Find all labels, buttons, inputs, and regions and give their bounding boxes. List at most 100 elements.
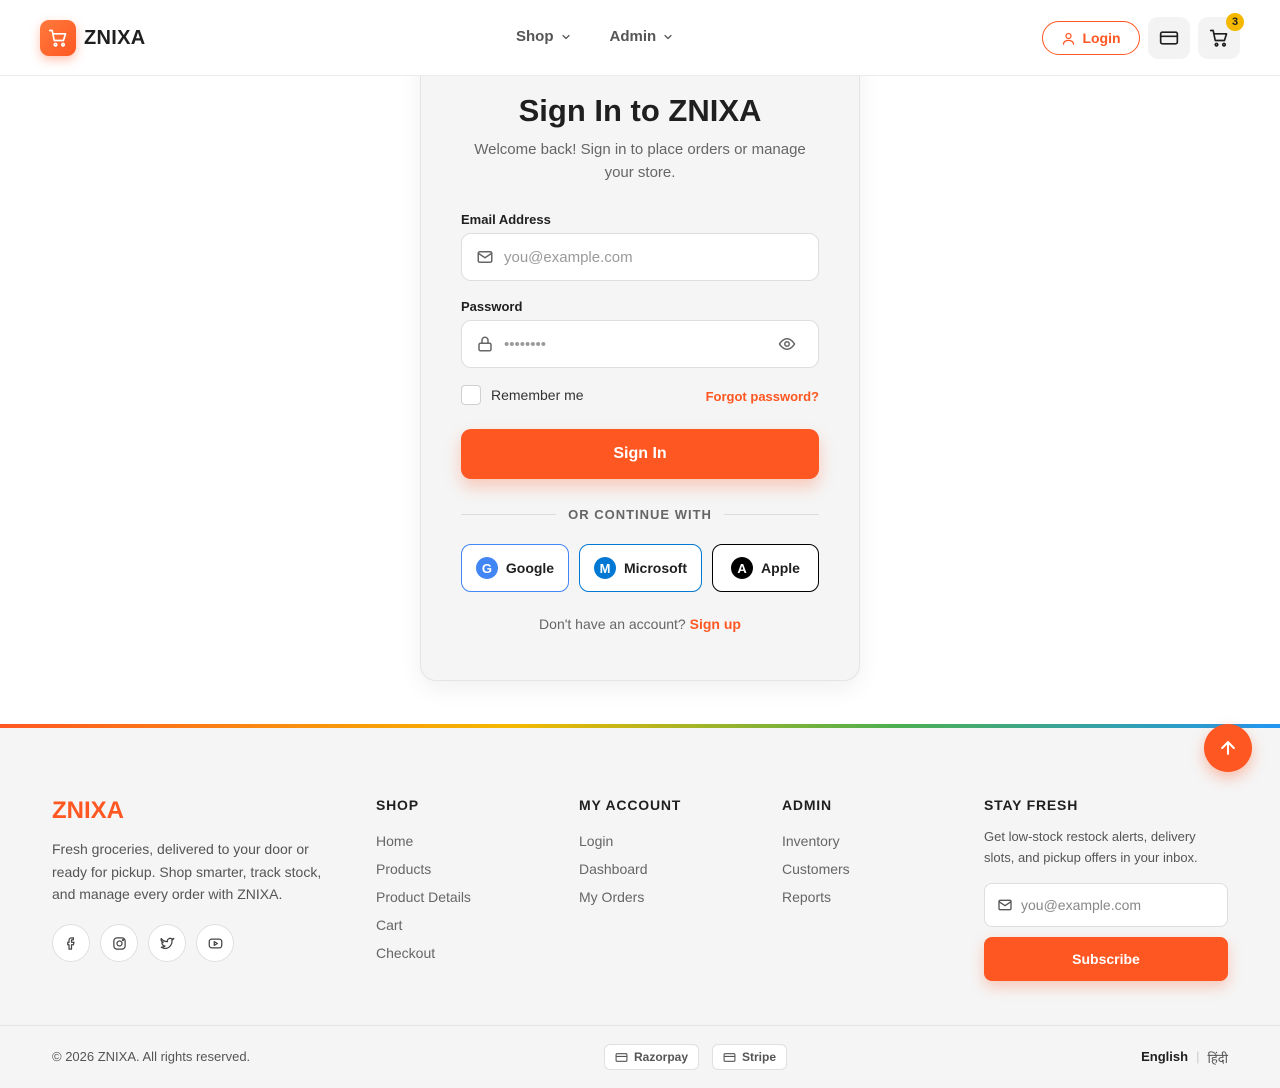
signup-link[interactable]: Sign up — [690, 616, 741, 632]
footer-link[interactable]: Login — [579, 827, 681, 855]
nav-shop[interactable]: Shop — [516, 28, 572, 45]
stripe-badge: Stripe — [712, 1044, 788, 1070]
remember-me: Remember me — [461, 385, 584, 405]
brand-logo[interactable]: ZNIXA — [40, 20, 146, 56]
footer-social-links — [52, 924, 234, 962]
newsletter-field-wrapper — [984, 883, 1228, 927]
footer-link[interactable]: Customers — [782, 855, 850, 883]
email-label: Email Address — [461, 212, 551, 227]
brand-name: ZNIXA — [84, 26, 146, 49]
google-icon: G — [475, 557, 498, 579]
microsoft-icon: M — [594, 557, 616, 579]
payment-card-button[interactable] — [1148, 17, 1190, 59]
footer-column-stay-fresh: STAY FRESH — [984, 797, 1078, 827]
remember-me-checkbox[interactable] — [461, 385, 481, 405]
footer-link[interactable]: Home — [376, 827, 471, 855]
apple-label: Apple — [761, 560, 800, 576]
site-footer: ZNIXA Fresh groceries, delivered to your… — [0, 724, 1280, 1088]
youtube-icon — [208, 938, 222, 948]
footer-heading: MY ACCOUNT — [579, 797, 682, 813]
microsoft-label: Microsoft — [624, 560, 687, 576]
google-signin-button[interactable]: G Google — [461, 544, 569, 592]
email-input[interactable] — [504, 248, 764, 266]
apple-icon: A — [731, 557, 754, 579]
site-header: ZNIXA Shop Admin Login 3 — [0, 0, 1280, 76]
nav-shop-label: Shop — [516, 28, 554, 45]
mail-icon — [998, 899, 1012, 911]
credit-card-icon — [1159, 31, 1179, 45]
footer-heading: STAY FRESH — [984, 797, 1079, 813]
footer-column-account: MY ACCOUNT Login Dashboard My Orders — [579, 797, 681, 911]
footer-link[interactable]: Dashboard — [579, 855, 681, 883]
footer-link[interactable]: My Orders — [579, 883, 681, 911]
chevron-down-icon — [561, 34, 570, 39]
footer-heading: ADMIN — [782, 797, 832, 813]
newsletter-description: Get low-stock restock alerts, delivery s… — [984, 829, 1198, 865]
lock-icon — [478, 336, 492, 352]
nav-admin-label: Admin — [609, 28, 657, 45]
razorpay-badge: Razorpay — [604, 1044, 700, 1070]
forgot-password-link[interactable]: Forgot password? — [706, 389, 819, 404]
footer-heading: SHOP — [376, 797, 419, 813]
apple-signin-button[interactable]: A Apple — [712, 544, 819, 592]
language-switcher: English | हिंदी — [1141, 1049, 1228, 1067]
footer-link[interactable]: Reports — [782, 883, 850, 911]
instagram-icon — [112, 936, 126, 950]
footer-description: Fresh groceries, delivered to your door … — [52, 841, 322, 902]
password-field-wrapper — [461, 320, 819, 368]
footer-column-shop: SHOP Home Products Product Details Cart … — [376, 797, 471, 967]
eye-icon — [778, 338, 796, 350]
footer-accent-bar — [0, 724, 1280, 728]
footer-link[interactable]: Products — [376, 855, 471, 883]
facebook-icon — [66, 936, 75, 950]
user-icon — [1063, 32, 1075, 45]
subscribe-button[interactable]: Subscribe — [984, 937, 1228, 981]
footer-link[interactable]: Product Details — [376, 883, 471, 911]
twitter-link[interactable] — [148, 924, 186, 962]
facebook-link[interactable] — [52, 924, 90, 962]
signin-button[interactable]: Sign In — [461, 429, 819, 479]
divider-label: OR CONTINUE WITH — [568, 507, 712, 522]
cart-count-badge: 3 — [1226, 13, 1244, 31]
nav-admin[interactable]: Admin — [610, 28, 675, 45]
credit-card-icon — [723, 1052, 736, 1062]
mail-icon — [477, 251, 493, 263]
language-english[interactable]: English — [1141, 1049, 1188, 1067]
back-to-top-button[interactable] — [1204, 724, 1252, 772]
signin-card: Sign In to ZNIXA Welcome back! Sign in t… — [420, 40, 860, 681]
password-input[interactable] — [504, 335, 764, 353]
cart-button[interactable]: 3 — [1198, 13, 1244, 59]
newsletter-email-input[interactable] — [1021, 897, 1211, 913]
no-account-text: Don't have an account? — [539, 616, 686, 632]
cart-logo-icon — [40, 20, 76, 56]
footer-link[interactable]: Checkout — [376, 939, 471, 967]
divider-line — [461, 514, 557, 515]
cart-icon — [1209, 29, 1228, 47]
signin-title: Sign In to ZNIXA — [518, 93, 762, 128]
stripe-label: Stripe — [742, 1050, 777, 1064]
razorpay-label: Razorpay — [634, 1050, 689, 1064]
footer-brand: ZNIXA — [52, 797, 124, 824]
credit-card-icon — [615, 1052, 628, 1062]
signin-subtitle: Welcome back! Sign in to place orders or… — [474, 141, 806, 181]
language-hindi[interactable]: हिंदी — [1207, 1049, 1228, 1067]
footer-link[interactable]: Cart — [376, 911, 471, 939]
footer-link[interactable]: Inventory — [782, 827, 850, 855]
show-password-toggle[interactable] — [778, 335, 796, 358]
copyright: © 2026 ZNIXA. All rights reserved. — [52, 1049, 251, 1064]
youtube-link[interactable] — [196, 924, 234, 962]
header-login-button[interactable]: Login — [1042, 21, 1140, 55]
footer-column-admin: ADMIN Inventory Customers Reports — [782, 797, 850, 911]
twitter-icon — [159, 937, 174, 949]
email-field-wrapper — [461, 233, 819, 281]
signup-prompt: Don't have an account? Sign up — [421, 616, 859, 632]
main-nav: Shop Admin — [516, 28, 674, 45]
password-label: Password — [461, 299, 523, 314]
google-label: Google — [505, 560, 555, 576]
login-label: Login — [1082, 30, 1121, 46]
social-divider: OR CONTINUE WITH — [461, 507, 820, 522]
divider-line — [723, 514, 820, 515]
arrow-up-icon — [1221, 741, 1235, 755]
instagram-link[interactable] — [100, 924, 138, 962]
microsoft-signin-button[interactable]: M Microsoft — [579, 544, 702, 592]
